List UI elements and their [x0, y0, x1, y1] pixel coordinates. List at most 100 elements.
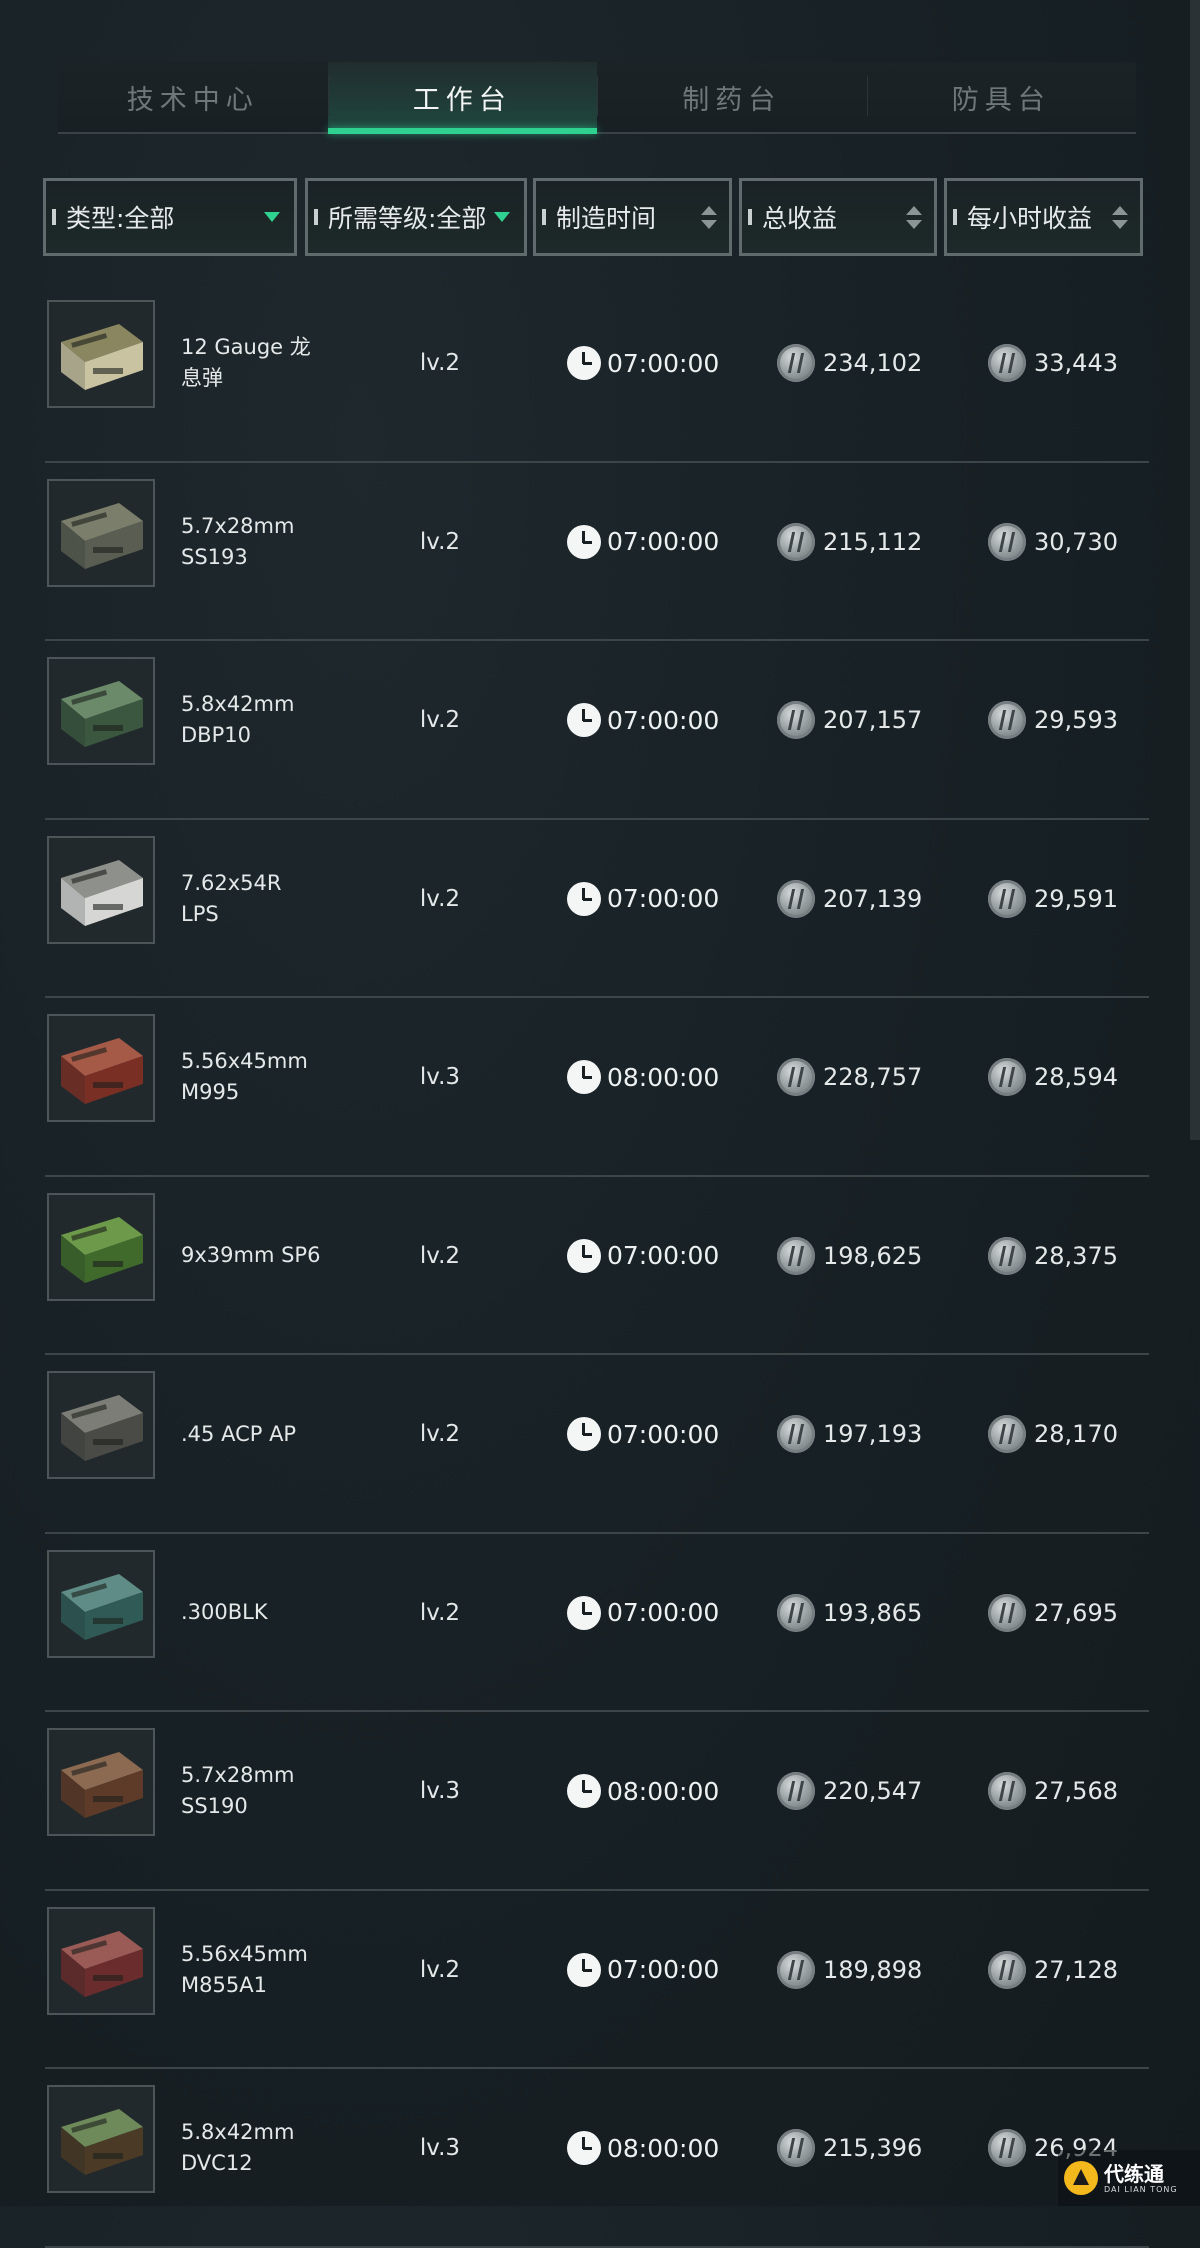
- coin-icon: [777, 701, 815, 739]
- coin-icon: [777, 344, 815, 382]
- item-name-line1: 5.8x42mm: [181, 692, 295, 716]
- hourly-profit-value: 29,591: [1034, 884, 1118, 913]
- total-profit-value: 215,112: [823, 527, 923, 556]
- tab-label: 制药台: [682, 84, 782, 116]
- list-item[interactable]: 5.56x45mm M855A1 lv.2 07:00:00 189,898 2…: [45, 1891, 1149, 2069]
- coin-icon: [777, 522, 815, 561]
- hourly-profit: 27,695: [988, 1534, 1118, 1692]
- hourly-profit-value: 27,568: [1034, 1777, 1118, 1805]
- filter-marker: [52, 209, 56, 225]
- scrollbar[interactable]: [1190, 0, 1200, 1140]
- total-profit: 207,157: [777, 641, 922, 799]
- item-name: 5.56x45mm M995: [181, 998, 321, 1156]
- total-profit-value: 197,193: [823, 1420, 923, 1448]
- list-item[interactable]: 5.7x28mm SS193 lv.2 07:00:00 215,112 30,…: [45, 463, 1149, 641]
- item-name: 5.7x28mm SS193: [181, 463, 321, 621]
- craft-time-value: 07:00:00: [607, 1419, 720, 1449]
- item-name-line1: .300BLK: [181, 1600, 268, 1624]
- watermark-text: 代练通: [1104, 2161, 1164, 2186]
- filter-marker: [748, 209, 752, 225]
- item-name: 5.8x42mm DVC12: [181, 2069, 321, 2227]
- required-level: lv.3: [419, 2135, 461, 2161]
- coin-icon: [777, 2129, 815, 2167]
- hourly-profit-value: 29,593: [1034, 706, 1118, 734]
- sort-time-button[interactable]: 制造时间: [533, 178, 732, 256]
- item-name-line1: .45 ACP AP: [181, 1421, 297, 1446]
- required-level: lv.3: [419, 1064, 461, 1090]
- required-level: lv.3: [419, 1778, 461, 1804]
- total-profit-value: 234,102: [823, 349, 923, 377]
- coin-icon: [988, 1950, 1026, 1989]
- ammo-box-icon: [47, 478, 155, 587]
- hourly-profit: 29,593: [988, 641, 1118, 799]
- list-item[interactable]: 5.7x28mm SS190 lv.3 08:00:00 220,547 27,…: [45, 1712, 1149, 1891]
- hourly-profit: 29,591: [988, 820, 1118, 978]
- craft-time-value: 07:00:00: [607, 348, 720, 378]
- coin-icon: [988, 701, 1026, 739]
- item-name: .45 ACP AP: [181, 1355, 321, 1513]
- craft-time-value: 07:00:00: [607, 1598, 720, 1627]
- coin-icon: [988, 1236, 1026, 1275]
- watermark-logo-icon: [1064, 2161, 1098, 2195]
- type-filter-dropdown[interactable]: 类型:全部: [43, 178, 297, 256]
- hourly-profit-value: 33,443: [1034, 349, 1118, 377]
- sort-hourly-button[interactable]: 每小时收益: [944, 178, 1143, 256]
- tab-label: 工作台: [412, 84, 512, 116]
- list-item[interactable]: 5.8x42mm DVC12 lv.3 08:00:00 215,396 26,…: [45, 2069, 1149, 2248]
- item-name-line2: SS190: [181, 1794, 248, 1818]
- coin-icon: [777, 1593, 815, 1632]
- item-name-line2: M995: [181, 1080, 240, 1104]
- list-item[interactable]: 9x39mm SP6 lv.2 07:00:00 198,625 28,375: [45, 1177, 1149, 1355]
- tab-workbench[interactable]: 工作台: [327, 62, 597, 134]
- clock-icon: [567, 881, 601, 916]
- sort-icon: [701, 205, 717, 229]
- tab-pharmacy[interactable]: 制药台: [597, 62, 867, 132]
- coin-icon: [988, 344, 1026, 382]
- clock-icon: [567, 2131, 601, 2165]
- craft-time-value: 07:00:00: [607, 1955, 720, 1984]
- watermark: 代练通 DAI LIAN TONG: [1058, 2150, 1200, 2206]
- list-item[interactable]: 12 Gauge 龙 息弹 lv.2 07:00:00 234,102 33,4…: [45, 284, 1149, 463]
- sort-icon: [906, 205, 922, 229]
- sort-total-button[interactable]: 总收益: [739, 178, 937, 256]
- craft-time: 07:00:00: [567, 641, 719, 799]
- tab-bar: 技术中心 工作台 制药台 防具台: [58, 62, 1136, 134]
- sort-total-label: 总收益: [762, 204, 838, 233]
- ammo-box-icon: [47, 657, 155, 765]
- list-item[interactable]: 5.56x45mm M995 lv.3 08:00:00 228,757 28,…: [45, 998, 1149, 1177]
- level-filter-dropdown[interactable]: 所需等级:全部: [305, 178, 527, 256]
- hourly-profit-value: 28,594: [1034, 1063, 1118, 1091]
- list-item[interactable]: 7.62x54R LPS lv.2 07:00:00 207,139 29,59…: [45, 820, 1149, 998]
- item-name-line1: 5.56x45mm: [181, 1941, 308, 1966]
- list-item[interactable]: 5.8x42mm DBP10 lv.2 07:00:00 207,157 29,…: [45, 641, 1149, 820]
- craft-time-value: 07:00:00: [607, 705, 720, 735]
- item-name-line2: M855A1: [181, 1972, 267, 1997]
- hourly-profit: 27,568: [988, 1712, 1118, 1870]
- item-name-line1: 5.56x45mm: [181, 1049, 308, 1073]
- craft-time: 07:00:00: [567, 1534, 719, 1692]
- total-profit: 215,396: [777, 2069, 922, 2227]
- list-item[interactable]: .300BLK lv.2 07:00:00 193,865 27,695: [45, 1534, 1149, 1712]
- filter-marker: [314, 209, 318, 225]
- coin-icon: [777, 1236, 815, 1275]
- hourly-profit: 28,375: [988, 1177, 1118, 1335]
- clock-icon: [567, 1238, 601, 1273]
- item-name-line1: 5.7x28mm: [181, 1763, 295, 1787]
- ammo-box-icon: [47, 1371, 155, 1479]
- coin-icon: [988, 879, 1026, 918]
- item-name: 5.7x28mm SS190: [181, 1712, 321, 1870]
- coin-icon: [988, 1415, 1026, 1453]
- craft-time-value: 07:00:00: [607, 1241, 720, 1270]
- item-name-line2: SS193: [181, 544, 248, 569]
- tab-armor[interactable]: 防具台: [866, 62, 1137, 132]
- list-item[interactable]: .45 ACP AP lv.2 07:00:00 197,193 28,170: [45, 1355, 1149, 1534]
- total-profit-value: 215,396: [823, 2134, 923, 2162]
- item-name: 7.62x54R LPS: [181, 820, 321, 978]
- tab-tech-center[interactable]: 技术中心: [58, 62, 328, 132]
- item-name: 12 Gauge 龙 息弹: [181, 284, 321, 442]
- ammo-box-icon: [47, 1728, 155, 1836]
- craft-time: 07:00:00: [567, 1891, 719, 2049]
- clock-icon: [567, 703, 601, 737]
- required-level: lv.2: [419, 528, 461, 555]
- chevron-down-icon: [494, 212, 510, 222]
